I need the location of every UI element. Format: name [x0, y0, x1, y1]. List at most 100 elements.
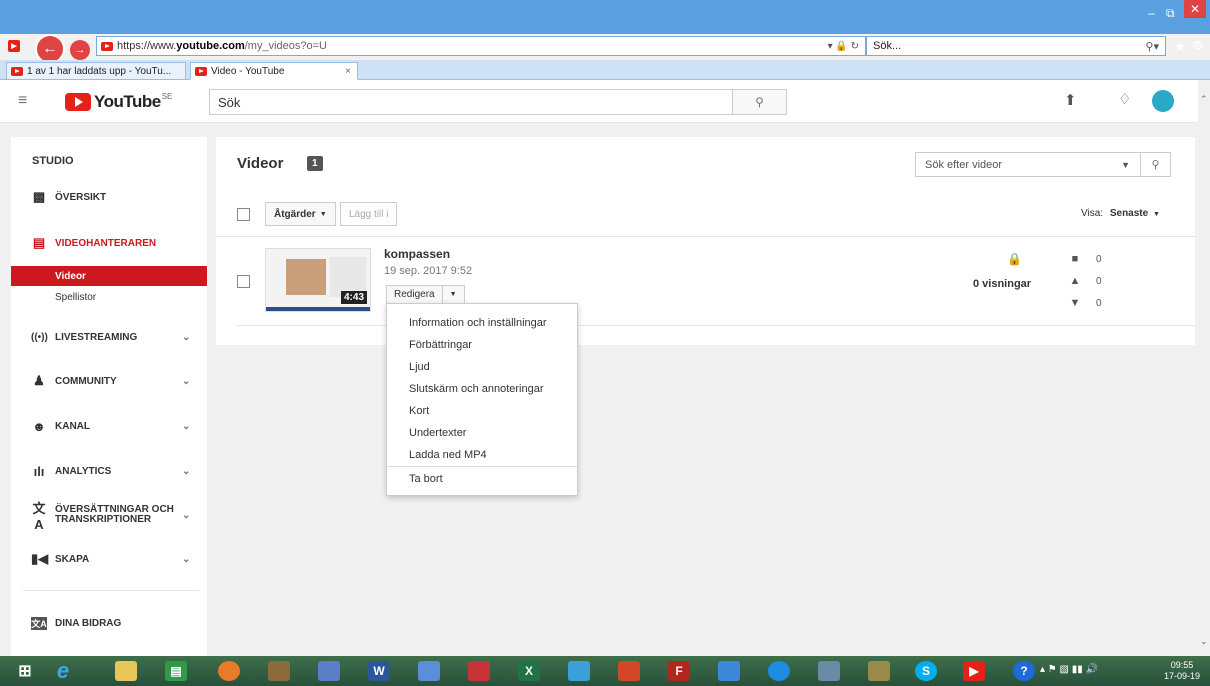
menu-item-download-mp4[interactable]: Ladda ned MP4: [387, 444, 577, 465]
upload-icon[interactable]: ⬆: [1064, 91, 1077, 109]
close-tab-icon[interactable]: ×: [345, 66, 351, 77]
excel-icon[interactable]: X: [518, 661, 540, 681]
youtube-favicon-icon: [195, 66, 207, 76]
powerpoint-icon[interactable]: [618, 661, 640, 681]
app-icon[interactable]: [568, 661, 590, 681]
youtube-taskbar-icon[interactable]: ▶: [963, 661, 985, 681]
skype-icon[interactable]: S: [915, 661, 937, 681]
browser-tab-upload[interactable]: 1 av 1 har laddats upp - YouTu...: [6, 62, 186, 80]
app-icon[interactable]: [718, 661, 740, 681]
help-icon[interactable]: ?: [1013, 661, 1035, 681]
sidebar-item-analytics[interactable]: ılı ANALYTICS ⌄: [11, 460, 207, 482]
sidebar-subitem-videos[interactable]: Videor: [11, 266, 207, 286]
edit-button[interactable]: Redigera ▼: [386, 285, 465, 304]
sidebar-item-community[interactable]: ♟ COMMUNITY ⌄: [11, 370, 207, 392]
video-thumbnail[interactable]: 4:43: [265, 248, 371, 312]
search-button[interactable]: ⚲: [733, 89, 787, 115]
scroll-up-icon[interactable]: ⌃: [1200, 94, 1208, 105]
analytics-bars-icon: ılı: [33, 463, 45, 479]
page-title: Videor: [237, 155, 284, 172]
video-title[interactable]: kompassen: [384, 247, 450, 261]
video-row-checkbox[interactable]: [237, 275, 250, 288]
lock-refresh-icon[interactable]: ▾ 🔒 ↻: [828, 41, 859, 52]
app-icon[interactable]: [218, 661, 240, 681]
sidebar-item-contributions[interactable]: 文A DINA BIDRAG: [11, 612, 207, 634]
sidebar-item-create[interactable]: ▮◀ SKAPA ⌄: [11, 548, 207, 570]
app-icon[interactable]: [868, 661, 890, 681]
filezilla-icon[interactable]: F: [668, 661, 690, 681]
system-tray-icons[interactable]: ▴ ⚑ ▧ ▮▮ 🔊: [1040, 664, 1098, 675]
youtube-logo[interactable]: YouTube SE: [65, 92, 172, 112]
search-placeholder: Sök: [218, 94, 241, 110]
app-icon[interactable]: [818, 661, 840, 681]
sidebar-item-overview[interactable]: ▩ ÖVERSIKT: [11, 186, 207, 208]
notifications-bell-icon[interactable]: ♢: [1118, 90, 1131, 108]
teamviewer-icon[interactable]: [768, 661, 790, 681]
file-explorer-icon[interactable]: [115, 661, 137, 681]
url-path: /my_videos?o=U: [244, 40, 327, 52]
windows-start-icon[interactable]: ⊞: [14, 661, 36, 681]
sort-control[interactable]: Visa: Senaste ▼: [1081, 208, 1160, 219]
youtube-favicon-icon: ▶: [8, 40, 20, 52]
menu-item-end-screen[interactable]: Slutskärm och annoteringar: [387, 378, 577, 399]
caret-down-icon[interactable]: ▼: [1121, 160, 1130, 170]
close-window-button[interactable]: ✕: [1184, 0, 1206, 18]
sort-value: Senaste: [1109, 208, 1149, 219]
address-bar[interactable]: https://www. youtube.com/my_videos?o=U ▾ …: [96, 36, 866, 56]
menu-item-audio[interactable]: Ljud: [387, 356, 577, 377]
sidebar-item-channel[interactable]: ☻ KANAL ⌄: [11, 415, 207, 437]
account-circle-icon: ☻: [32, 418, 46, 434]
browser-search-input[interactable]: Sök... ⚲▾: [866, 36, 1166, 56]
edit-dropdown-toggle[interactable]: ▼: [441, 286, 464, 303]
video-search-placeholder: Sök efter videor: [925, 158, 1003, 171]
select-all-checkbox[interactable]: [237, 208, 250, 221]
sort-label: Visa:: [1081, 208, 1104, 219]
internet-explorer-icon[interactable]: e: [52, 658, 74, 683]
divider: [216, 236, 1195, 237]
sidebar-subitem-playlists[interactable]: Spellistor: [11, 287, 207, 307]
menu-item-enhancements[interactable]: Förbättringar: [387, 334, 577, 355]
hamburger-menu-icon[interactable]: ≡: [18, 92, 27, 110]
video-search-input[interactable]: Sök efter videor ▼ ⚲: [915, 152, 1171, 177]
thumbs-down-icon: ▼: [1069, 297, 1081, 309]
menu-item-subtitles[interactable]: Undertexter: [387, 422, 577, 443]
maximize-button[interactable]: ⧉: [1166, 6, 1175, 21]
sidebar-item-livestreaming[interactable]: ((•)) LIVESTREAMING ⌄: [11, 326, 207, 348]
add-to-button[interactable]: Lägg till i: [340, 202, 398, 226]
browser-search-placeholder: Sök...: [873, 40, 902, 52]
search-icon[interactable]: ⚲▾: [1145, 40, 1159, 53]
acrobat-icon[interactable]: [468, 661, 490, 681]
menu-item-cards[interactable]: Kort: [387, 400, 577, 421]
video-manager-icon: ▤: [32, 235, 46, 250]
actions-button[interactable]: Åtgärder ▼: [265, 202, 336, 226]
app-icon[interactable]: [418, 661, 440, 681]
thumbnail-taskbar: [266, 307, 370, 311]
browser-tab-video[interactable]: Video - YouTube ×: [190, 62, 358, 80]
settings-gear-icon[interactable]: ⚙: [1192, 38, 1204, 54]
sidebar-item-video-manager[interactable]: ▤ VIDEOHANTERAREN: [11, 232, 207, 254]
menu-item-info-settings[interactable]: Information och inställningar: [387, 312, 577, 333]
private-lock-icon[interactable]: 🔒: [1007, 252, 1022, 266]
sidebar-item-translations[interactable]: 文A ÖVERSÄTTNINGAR OCH TRANSKRIPTIONER ⌄: [11, 501, 207, 532]
studio-sidebar: STUDIO ▩ ÖVERSIKT ▤ VIDEOHANTERAREN Vide…: [11, 137, 207, 659]
app-icon[interactable]: [318, 661, 340, 681]
sidebar-item-label: DINA BIDRAG: [55, 617, 122, 629]
minimize-button[interactable]: –: [1148, 6, 1155, 20]
store-icon[interactable]: ▤: [165, 661, 187, 681]
likes-count: 0: [1096, 275, 1102, 287]
menu-item-delete[interactable]: Ta bort: [387, 468, 577, 489]
taskbar-clock[interactable]: 09:55 17-09-19: [1164, 660, 1200, 682]
search-input[interactable]: Sök: [209, 89, 733, 115]
sidebar-item-label: ÖVERSIKT: [55, 191, 107, 203]
forward-button[interactable]: →: [70, 40, 90, 60]
page-scrollbar[interactable]: ⌃ ⌄: [1198, 80, 1210, 656]
app-icon[interactable]: [268, 661, 290, 681]
favorites-star-icon[interactable]: ★: [1174, 38, 1187, 55]
url-domain: youtube.com: [176, 40, 245, 52]
scroll-down-icon[interactable]: ⌄: [1200, 636, 1208, 647]
view-count: 0 visningar: [973, 278, 1032, 290]
avatar[interactable]: [1152, 90, 1174, 112]
caret-down-icon: ▼: [1152, 211, 1160, 218]
word-icon[interactable]: W: [368, 661, 390, 681]
search-icon[interactable]: ⚲: [1140, 153, 1170, 176]
